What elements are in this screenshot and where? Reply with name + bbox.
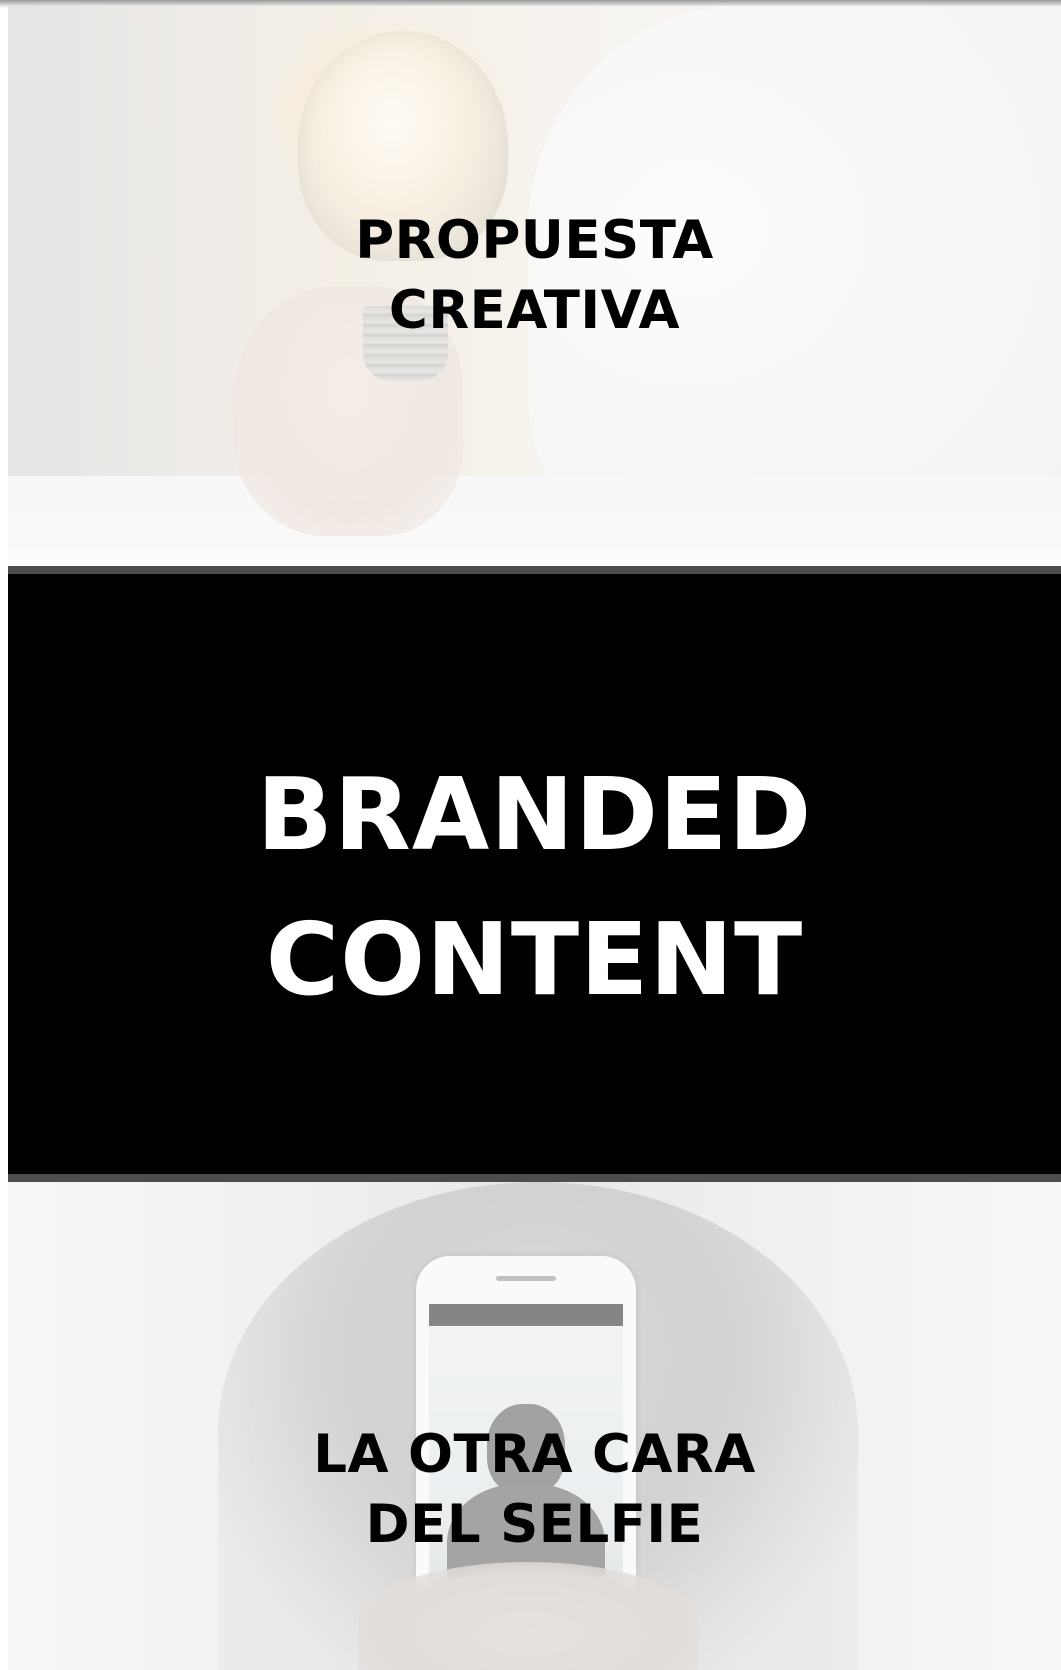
propuesta-creativa-tile[interactable]: PROPUESTA CREATIVA: [8, 6, 1061, 566]
otra-cara-selfie-title: LA OTRA CARA DEL SELFIE: [8, 1420, 1061, 1560]
title-line: PROPUESTA: [355, 210, 714, 271]
page: PROPUESTA CREATIVA BRANDED CONTENT LA OT…: [0, 0, 1061, 1670]
divider: [8, 566, 1061, 574]
title-line: LA OTRA CARA: [313, 1424, 756, 1485]
title-line: CONTENT: [265, 901, 804, 1018]
branded-content-tile[interactable]: BRANDED CONTENT: [8, 574, 1061, 1174]
title-line: CREATIVA: [388, 280, 681, 341]
branded-content-title: BRANDED CONTENT: [8, 742, 1061, 1032]
title-line: BRANDED: [256, 756, 813, 873]
divider: [8, 1174, 1061, 1182]
title-line: DEL SELFIE: [365, 1494, 704, 1555]
propuesta-creativa-title: PROPUESTA CREATIVA: [8, 206, 1061, 346]
otra-cara-selfie-tile[interactable]: LA OTRA CARA DEL SELFIE: [8, 1182, 1061, 1670]
